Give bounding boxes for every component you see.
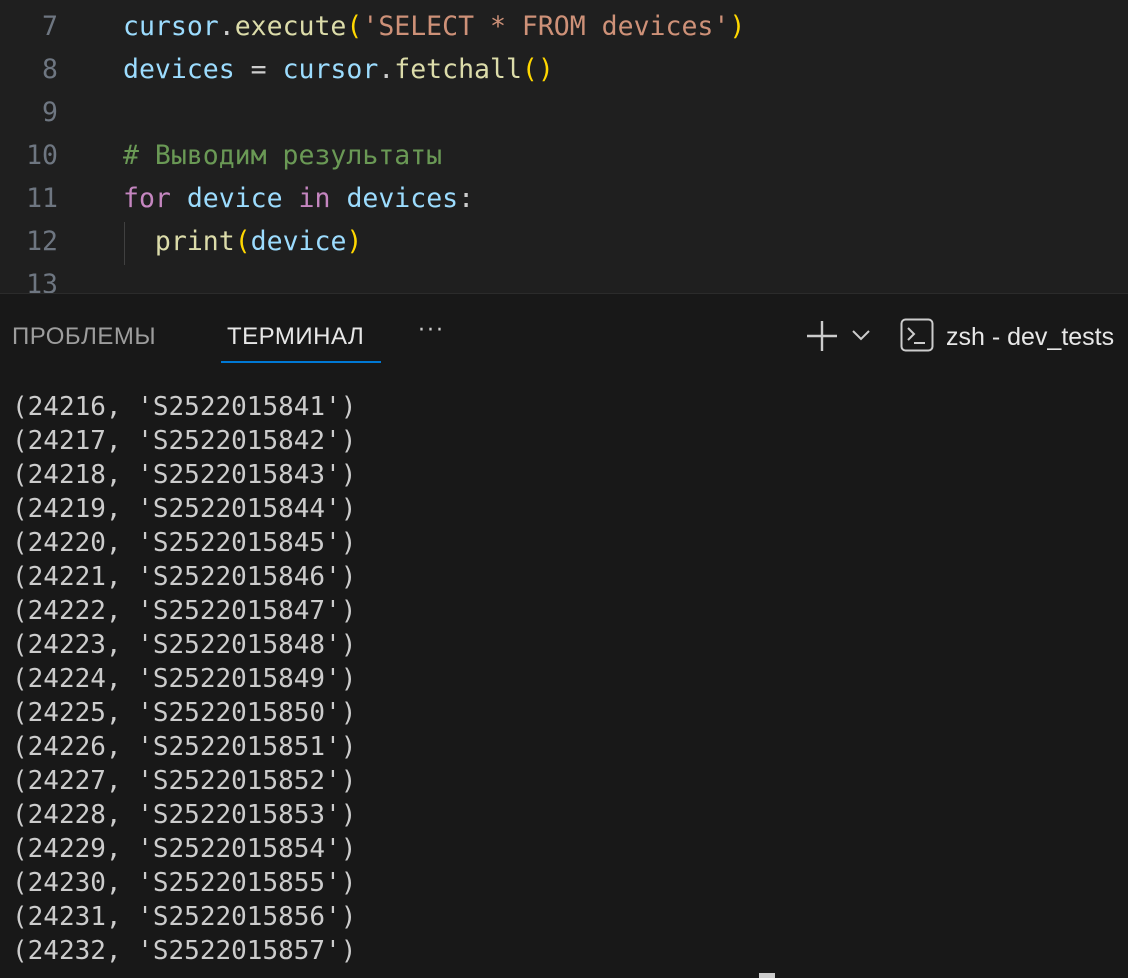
tab-terminal[interactable]: ТЕРМИНАЛ bbox=[227, 322, 364, 352]
code-token: execute bbox=[234, 11, 347, 42]
code-text: # Выводим результаты bbox=[123, 134, 442, 177]
code-line[interactable]: 8 devices = cursor.fetchall() bbox=[0, 48, 1128, 91]
code-token: ( bbox=[346, 11, 363, 42]
terminal-output-line: (24218, 'S2522015843') bbox=[12, 460, 357, 490]
code-token: for bbox=[123, 183, 171, 214]
code-token: # Выводим результаты bbox=[123, 140, 443, 171]
terminal-output-line: (24226, 'S2522015851') bbox=[12, 732, 357, 762]
terminal-icon bbox=[900, 318, 934, 352]
code-token: device bbox=[186, 183, 283, 214]
code-token: ) bbox=[729, 11, 746, 42]
code-token: . bbox=[378, 54, 395, 85]
code-token: ) bbox=[346, 226, 363, 257]
terminal-output-line: (24225, 'S2522015850') bbox=[12, 698, 357, 728]
chevron-down-icon[interactable] bbox=[851, 327, 871, 343]
line-number: 9 bbox=[42, 97, 58, 128]
code-token: cursor bbox=[282, 54, 379, 85]
code-text: print(device) bbox=[123, 220, 362, 263]
terminal-output-line: (24224, 'S2522015849') bbox=[12, 664, 357, 694]
terminal-cursor bbox=[759, 973, 775, 978]
terminal-output-line: (24222, 'S2522015847') bbox=[12, 596, 357, 626]
code-token: 'SELECT * FROM devices' bbox=[362, 11, 730, 42]
line-number: 10 bbox=[26, 140, 58, 171]
terminal-output-line: (24231, 'S2522015856') bbox=[12, 902, 357, 932]
terminal-output-line: (24230, 'S2522015855') bbox=[12, 868, 357, 898]
code-line[interactable]: 9 bbox=[0, 91, 1128, 134]
code-token: cursor bbox=[123, 11, 219, 42]
code-editor[interactable]: 7 cursor.execute('SELECT * FROM devices')… bbox=[0, 0, 1128, 293]
code-token: print bbox=[154, 226, 235, 257]
code-line[interactable]: 12 print(device) bbox=[0, 220, 1128, 263]
terminal-output-line: (24232, 'S2522015857') bbox=[12, 936, 357, 966]
line-number: 12 bbox=[26, 226, 58, 257]
vscode-window: 7 cursor.execute('SELECT * FROM devices')… bbox=[0, 0, 1128, 978]
code-token: = bbox=[234, 54, 283, 85]
code-token: devices bbox=[346, 183, 459, 214]
terminal-output-line: (24228, 'S2522015853') bbox=[12, 800, 357, 830]
line-number: 8 bbox=[42, 54, 58, 85]
code-line[interactable]: 11 for device in devices: bbox=[0, 177, 1128, 220]
terminal-output-line: (24220, 'S2522015845') bbox=[12, 528, 357, 558]
active-tab-indicator bbox=[221, 361, 381, 363]
bottom-panel: ПРОБЛЕМЫ ТЕРМИНАЛ ··· zsh - dev_tests (2… bbox=[0, 293, 1128, 978]
code-text: cursor.execute('SELECT * FROM devices') bbox=[123, 5, 745, 48]
code-token: ( bbox=[234, 226, 251, 257]
code-token: device bbox=[250, 226, 347, 257]
code-token: devices bbox=[123, 54, 235, 85]
terminal-output-line: (24216, 'S2522015841') bbox=[12, 392, 357, 422]
code-text: devices = cursor.fetchall() bbox=[123, 48, 554, 91]
tab-problems[interactable]: ПРОБЛЕМЫ bbox=[12, 322, 156, 352]
more-actions-button[interactable]: ··· bbox=[418, 318, 445, 343]
code-token: in bbox=[298, 183, 331, 214]
terminal-name[interactable]: zsh - dev_tests bbox=[946, 322, 1114, 352]
code-token: . bbox=[218, 11, 235, 42]
terminal-output-line: (24221, 'S2522015846') bbox=[12, 562, 357, 592]
plus-icon[interactable] bbox=[804, 318, 840, 354]
code-token: : bbox=[458, 183, 475, 214]
terminal-output-line: (24217, 'S2522015842') bbox=[12, 426, 357, 456]
code-line[interactable]: 13 bbox=[0, 263, 1128, 293]
indent-guide bbox=[124, 222, 125, 265]
terminal-output-line: (24229, 'S2522015854') bbox=[12, 834, 357, 864]
code-token: fetchall bbox=[394, 54, 522, 85]
line-number: 11 bbox=[26, 183, 58, 214]
line-number: 7 bbox=[42, 11, 58, 42]
code-line[interactable]: 7 cursor.execute('SELECT * FROM devices') bbox=[0, 5, 1128, 48]
code-token: () bbox=[521, 54, 554, 85]
line-number: 13 bbox=[26, 269, 58, 293]
terminal-output-line: (24219, 'S2522015844') bbox=[12, 494, 357, 524]
code-line[interactable]: 10 # Выводим результаты bbox=[0, 134, 1128, 177]
terminal-output-line: (24227, 'S2522015852') bbox=[12, 766, 357, 796]
code-text: for device in devices: bbox=[123, 177, 474, 220]
terminal-output[interactable]: (24216, 'S2522015841') (24217, 'S25220158… bbox=[0, 390, 1128, 978]
terminal-output-line: (24223, 'S2522015848') bbox=[12, 630, 357, 660]
